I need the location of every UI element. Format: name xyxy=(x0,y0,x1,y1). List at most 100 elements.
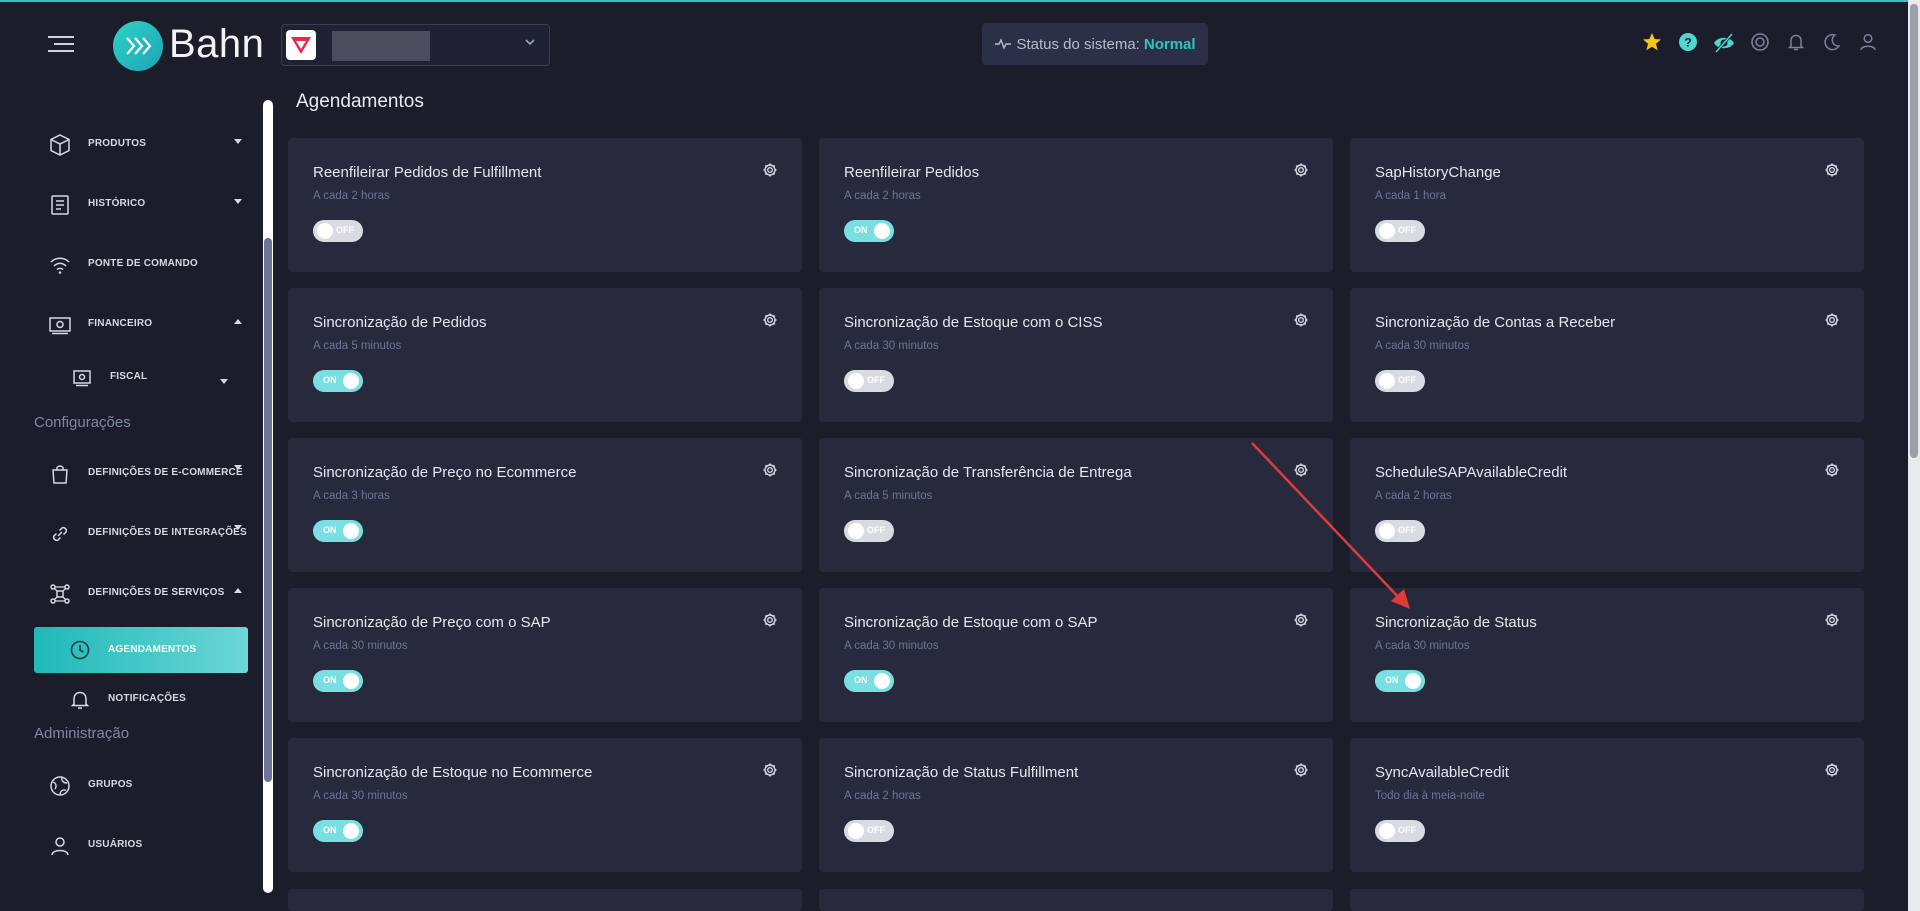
annotation-arrow xyxy=(1251,442,1410,609)
sidebar-item-fiscal[interactable]: FISCAL xyxy=(54,358,234,398)
schedule-toggle[interactable]: OFF xyxy=(313,220,363,242)
chevron-down-icon xyxy=(523,35,537,54)
toggle-knob xyxy=(1379,823,1395,839)
document-icon xyxy=(51,195,69,215)
caret-down-icon xyxy=(234,465,242,470)
schedule-toggle[interactable]: OFF xyxy=(1375,820,1425,842)
schedule-title: Reenfileirar Pedidos de Fulfillment xyxy=(313,164,542,181)
schedule-title: Sincronização de Estoque com o SAP xyxy=(844,614,1098,631)
gear-icon[interactable] xyxy=(762,462,778,478)
gear-icon[interactable] xyxy=(1293,312,1309,328)
sidebar-item-label: FISCAL xyxy=(110,371,148,382)
clock-icon xyxy=(70,640,90,660)
sidebar-item-ecommerce[interactable]: DEFINIÇÕES DE E-COMMERCE xyxy=(34,454,248,494)
gear-icon[interactable] xyxy=(762,612,778,628)
sidebar-item-servicos[interactable]: DEFINIÇÕES DE SERVIÇOS xyxy=(34,574,248,614)
schedule-card: Sincronização de Contas a Receber A cada … xyxy=(1350,288,1864,422)
support-icon[interactable] xyxy=(1750,32,1772,54)
gear-icon[interactable] xyxy=(1824,312,1840,328)
gear-icon[interactable] xyxy=(762,312,778,328)
schedule-title: Sincronização de Status Fulfillment xyxy=(844,764,1079,781)
gear-icon[interactable] xyxy=(1824,612,1840,628)
sidebar: PRODUTOS HISTÓRICO PONTE DE COMANDO FINA… xyxy=(0,84,260,911)
sidebar-item-grupos[interactable]: GRUPOS xyxy=(34,766,248,806)
store-selector[interactable] xyxy=(281,24,550,66)
schedule-toggle[interactable]: ON xyxy=(844,670,894,692)
help-icon[interactable]: ? xyxy=(1678,32,1700,54)
user-icon xyxy=(51,837,69,856)
sidebar-item-financeiro[interactable]: FINANCEIRO xyxy=(34,305,248,345)
toggle-knob xyxy=(1379,223,1395,239)
toggle-state-label: ON xyxy=(323,525,337,535)
gear-icon[interactable] xyxy=(1293,762,1309,778)
caret-down-icon xyxy=(220,379,228,384)
schedule-card: ScheduleSAPAvailableCredit A cada 2 horas… xyxy=(1350,438,1864,572)
page-scrollbar[interactable] xyxy=(1908,0,1920,911)
schedule-toggle[interactable]: OFF xyxy=(844,370,894,392)
schedule-toggle[interactable]: OFF xyxy=(844,520,894,542)
schedule-toggle[interactable]: OFF xyxy=(1375,370,1425,392)
sidebar-item-agendamentos[interactable]: AGENDAMENTOS xyxy=(34,627,248,673)
schedule-toggle[interactable]: ON xyxy=(313,670,363,692)
bell-icon xyxy=(70,691,90,709)
wifi-icon xyxy=(50,257,70,274)
schedule-card: Sincronização de Estoque no Ecommerce A c… xyxy=(288,738,802,872)
money-icon xyxy=(49,317,71,335)
toggle-knob xyxy=(848,523,864,539)
schedule-frequency: A cada 5 minutos xyxy=(844,490,933,502)
receipt-icon xyxy=(73,370,91,387)
schedule-card-partial xyxy=(288,889,802,911)
menu-icon[interactable] xyxy=(48,36,74,56)
schedule-frequency: A cada 2 horas xyxy=(844,790,921,802)
schedule-toggle[interactable]: OFF xyxy=(844,820,894,842)
schedule-frequency: A cada 30 minutos xyxy=(1375,340,1470,352)
schedule-frequency: A cada 1 hora xyxy=(1375,190,1446,202)
gear-icon[interactable] xyxy=(1824,162,1840,178)
toggle-knob xyxy=(848,823,864,839)
system-status-badge: Status do sistema: Normal xyxy=(982,23,1208,65)
schedule-card: Sincronização de Status Fulfillment A cad… xyxy=(819,738,1333,872)
moon-icon[interactable] xyxy=(1822,32,1844,54)
gear-icon[interactable] xyxy=(762,762,778,778)
toggle-state-label: ON xyxy=(854,675,868,685)
schedule-toggle[interactable]: OFF xyxy=(1375,220,1425,242)
store-logo-icon xyxy=(286,30,316,60)
bell-icon[interactable] xyxy=(1786,32,1808,54)
schedule-frequency: A cada 30 minutos xyxy=(313,640,408,652)
schedule-card: Reenfileirar Pedidos A cada 2 horas ON xyxy=(819,138,1333,272)
schedule-title: Sincronização de Estoque com o CISS xyxy=(844,314,1103,331)
star-icon[interactable] xyxy=(1642,32,1664,54)
schedule-toggle[interactable]: ON xyxy=(313,820,363,842)
schedule-toggle[interactable]: ON xyxy=(313,370,363,392)
sidebar-item-historico[interactable]: HISTÓRICO xyxy=(34,185,248,225)
sidebar-item-usuarios[interactable]: USUÁRIOS xyxy=(34,826,248,866)
globe-icon xyxy=(50,776,70,796)
gear-icon[interactable] xyxy=(1293,162,1309,178)
sidebar-item-integracoes[interactable]: DEFINIÇÕES DE INTEGRAÇÕES xyxy=(34,514,248,554)
schedule-frequency: A cada 30 minutos xyxy=(844,640,939,652)
toggle-state-label: ON xyxy=(854,225,868,235)
user-icon[interactable] xyxy=(1858,32,1880,54)
toggle-state-label: OFF xyxy=(1398,825,1416,835)
eye-off-icon[interactable] xyxy=(1712,32,1734,54)
gear-icon[interactable] xyxy=(1824,762,1840,778)
caret-down-icon xyxy=(234,139,242,144)
schedule-title: Sincronização de Contas a Receber xyxy=(1375,314,1616,331)
page-scrollbar-thumb[interactable] xyxy=(1910,4,1918,458)
sidebar-item-produtos[interactable]: PRODUTOS xyxy=(34,125,248,165)
schedule-toggle[interactable]: ON xyxy=(1375,670,1425,692)
schedule-card: Sincronização de Preço no Ecommerce A cad… xyxy=(288,438,802,572)
caret-up-icon xyxy=(234,588,242,593)
sidebar-item-notificacoes[interactable]: NOTIFICAÇÕES xyxy=(34,680,248,720)
schedule-frequency: A cada 3 horas xyxy=(313,490,390,502)
sidebar-scrollbar-thumb[interactable] xyxy=(264,238,272,782)
toggle-knob xyxy=(343,673,359,689)
sidebar-item-ponte-de-comando[interactable]: PONTE DE COMANDO xyxy=(34,245,248,285)
schedule-frequency: A cada 30 minutos xyxy=(844,340,939,352)
gear-icon[interactable] xyxy=(1824,462,1840,478)
gear-icon[interactable] xyxy=(762,162,778,178)
schedule-toggle[interactable]: ON xyxy=(844,220,894,242)
schedule-title: Sincronização de Preço no Ecommerce xyxy=(313,464,577,481)
box-icon xyxy=(50,134,70,156)
schedule-toggle[interactable]: ON xyxy=(313,520,363,542)
